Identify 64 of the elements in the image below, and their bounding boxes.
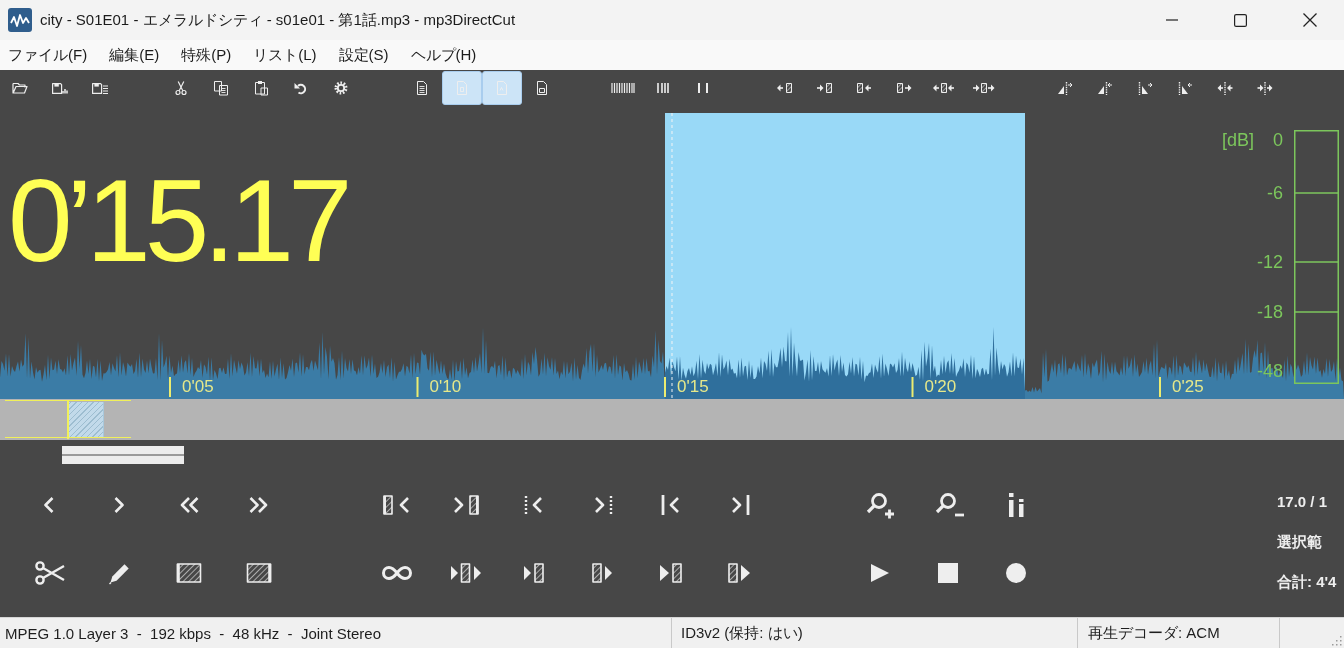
arrows-dotted-line-icon — [1257, 80, 1273, 96]
time-label: 0'05 — [182, 377, 214, 397]
selected-waveform-region[interactable] — [665, 113, 1025, 399]
close-icon[interactable] — [1302, 13, 1317, 27]
hatched-bar-arrow-icon — [855, 80, 873, 96]
scissors-icon — [173, 80, 189, 96]
scroll-thumb[interactable] — [62, 446, 184, 464]
meter-scale-label: -6 — [1267, 182, 1283, 204]
ramp-arrow-icon — [1177, 80, 1193, 96]
time-label: 0'25 — [1172, 377, 1204, 397]
striped-bars-icon — [611, 80, 635, 96]
time-tick — [416, 376, 419, 398]
time-label: 0'15 — [677, 377, 709, 397]
arrows-dotted-line-icon — [1217, 80, 1233, 96]
menu-item[interactable]: 特殊(P) — [170, 44, 243, 66]
info-text: 合計: 4'4 — [1277, 572, 1338, 592]
window-title: city - S01E01 - エメラルドシティ - s01e01 - 第1話.mp3 - mp3DirectCut — [40, 10, 516, 30]
time-tick — [911, 376, 914, 398]
minimize-icon[interactable] — [1165, 19, 1178, 21]
info-text: 17.0 / 1 — [1277, 492, 1329, 512]
ramp-arrow-icon — [1057, 80, 1073, 96]
meter-scale-label: -12 — [1257, 251, 1283, 273]
status-text: ID3v2 (保持: はい) — [671, 618, 1077, 648]
selection-marker — [69, 402, 104, 437]
ramp-arrow-icon — [1137, 80, 1153, 96]
ramp-arrow-icon — [1097, 80, 1113, 96]
document-icon — [534, 80, 550, 96]
time-label: 0'10 — [429, 377, 462, 397]
maximize-icon[interactable] — [1234, 13, 1247, 27]
time-label: 0'20 — [924, 377, 957, 397]
floppy-chart-icon — [52, 80, 68, 96]
time-tick — [169, 376, 171, 398]
floppy-list-icon — [92, 80, 108, 96]
time-tick — [1159, 376, 1161, 398]
time-tick — [664, 376, 666, 398]
meter-unit-label: [dB] — [1221, 129, 1254, 151]
arrow-hatched-bar-icon — [775, 80, 793, 96]
app-icon — [8, 8, 32, 32]
resize-grip-icon[interactable] — [1331, 635, 1342, 646]
folder-icon — [12, 80, 28, 96]
hatched-bar-arrow-icon — [895, 80, 913, 96]
document-icon — [414, 80, 430, 96]
copy-icon — [213, 80, 229, 96]
two-bars-icon — [695, 80, 711, 96]
menu-item[interactable]: 設定(S) — [327, 44, 400, 66]
status-text: MPEG 1.0 Layer 3 - 192 kbps - 48 kHz - Joint Stereo — [4, 623, 382, 644]
gear-icon — [333, 80, 349, 96]
playhead-marker — [67, 400, 69, 439]
meter-scale-label: -18 — [1257, 301, 1283, 323]
time-readout: 0’15.17 — [8, 163, 347, 279]
arrow-hatched-bar-icon — [815, 80, 833, 96]
arrows-hatched-bar-icon — [972, 80, 996, 96]
menu-item[interactable]: ヘルプ(H) — [399, 44, 488, 66]
menu-item[interactable]: 編集(E) — [98, 44, 171, 66]
menu-item[interactable]: ファイル(F) — [0, 44, 99, 66]
menu-item[interactable]: リスト(L) — [242, 44, 328, 66]
info-text: 選択範 — [1277, 532, 1323, 552]
meter-scale-label: 0 — [1273, 129, 1283, 151]
bars-icon — [656, 80, 670, 96]
document-icon — [494, 80, 510, 96]
clipboard-icon — [253, 80, 269, 96]
document-icon — [454, 80, 470, 96]
arrows-hatched-bar-icon — [932, 80, 956, 96]
status-text: 再生デコーダ: ACM — [1077, 618, 1279, 648]
